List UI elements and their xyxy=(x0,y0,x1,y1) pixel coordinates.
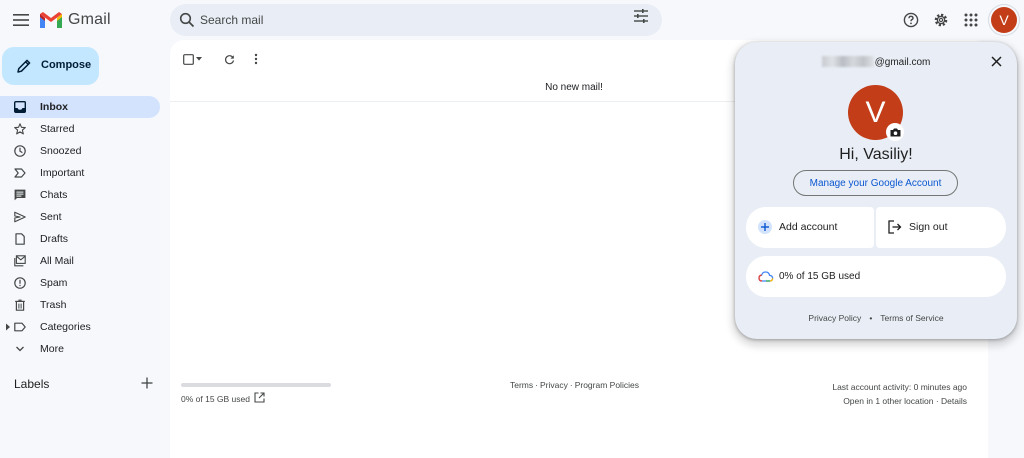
important-icon xyxy=(13,166,27,180)
sidebar-item-label: Spam xyxy=(40,277,68,289)
footer-links: Terms · Privacy · Program Policies xyxy=(510,380,639,390)
camera-icon[interactable] xyxy=(886,123,904,141)
storage-bar xyxy=(181,383,331,387)
compose-button[interactable]: Compose xyxy=(2,47,99,85)
clock-icon xyxy=(13,144,27,158)
compose-label: Compose xyxy=(41,59,92,71)
search-icon[interactable] xyxy=(179,12,195,28)
sidebar-item-label: Drafts xyxy=(40,233,69,245)
sidebar-item-snoozed[interactable]: Snoozed xyxy=(0,140,160,162)
open-in-text: Open in 1 other location xyxy=(843,396,934,406)
add-label-icon[interactable] xyxy=(140,376,154,390)
labels-heading: Labels xyxy=(14,377,50,391)
sidebar-item-all-mail[interactable]: All Mail xyxy=(0,250,160,272)
cloud-icon xyxy=(758,271,774,282)
search-bar xyxy=(170,4,662,36)
greeting-text: Hi, Vasiliy! xyxy=(839,146,913,163)
account-avatar-button[interactable]: V xyxy=(991,7,1017,33)
storage-label: 0% of 15 GB used xyxy=(779,271,861,282)
terms-of-service-link[interactable]: Terms of Service xyxy=(880,313,943,323)
open-external-icon[interactable] xyxy=(254,392,265,403)
terms-link[interactable]: Terms xyxy=(510,380,533,390)
search-input[interactable] xyxy=(200,10,600,30)
apps-icon[interactable] xyxy=(961,10,981,30)
draft-icon xyxy=(13,232,27,246)
storage-button[interactable]: 0% of 15 GB used xyxy=(746,256,1006,297)
spam-icon xyxy=(13,276,27,290)
more-vert-icon[interactable] xyxy=(249,52,263,66)
help-icon[interactable] xyxy=(901,10,921,30)
account-activity: Last account activity: 0 minutes ago Ope… xyxy=(832,380,967,408)
label-icon xyxy=(13,320,27,334)
sign-out-label: Sign out xyxy=(909,221,948,233)
account-email: @gmail.com xyxy=(735,56,1017,68)
star-icon xyxy=(13,122,27,136)
add-account-button[interactable]: Add account xyxy=(746,207,874,248)
separator: · xyxy=(535,380,538,390)
details-link[interactable]: Details xyxy=(941,396,967,406)
sidebar-item-more[interactable]: More xyxy=(0,338,160,360)
sidebar-item-chats[interactable]: Chats xyxy=(0,184,160,206)
separator: • xyxy=(869,313,873,323)
sidebar-item-starred[interactable]: Starred xyxy=(0,118,160,140)
sidebar-item-label: Categories xyxy=(40,321,91,333)
sidebar-item-label: All Mail xyxy=(40,255,74,267)
sidebar-item-sent[interactable]: Sent xyxy=(0,206,160,228)
sidebar-nav: Inbox Starred Snoozed Important Chats Se… xyxy=(0,96,170,360)
send-icon xyxy=(13,210,27,224)
sidebar-item-drafts[interactable]: Drafts xyxy=(0,228,160,250)
account-actions: Add account Sign out xyxy=(746,207,1006,248)
account-popup: @gmail.com V Hi, Vasiliy! Manage your Go… xyxy=(735,42,1017,339)
tune-icon[interactable] xyxy=(633,8,649,24)
inbox-icon xyxy=(13,100,27,114)
sidebar-item-important[interactable]: Important xyxy=(0,162,160,184)
redacted-email-name xyxy=(821,56,874,67)
menu-icon[interactable] xyxy=(11,10,31,30)
all-mail-icon xyxy=(13,254,27,268)
gmail-logo[interactable]: Gmail xyxy=(40,10,111,30)
refresh-icon[interactable] xyxy=(222,52,236,66)
program-policies-link[interactable]: Program Policies xyxy=(575,380,639,390)
manage-account-button[interactable]: Manage your Google Account xyxy=(793,170,958,196)
sidebar-item-label: More xyxy=(40,343,64,355)
expand-caret-icon[interactable] xyxy=(5,323,11,331)
close-icon[interactable] xyxy=(988,53,1004,69)
sidebar-item-label: Starred xyxy=(40,123,75,135)
plus-icon xyxy=(758,220,772,234)
top-bar: Gmail V xyxy=(0,0,1024,40)
trash-icon xyxy=(13,298,27,312)
sidebar-item-label: Inbox xyxy=(40,101,68,113)
sidebar-item-trash[interactable]: Trash xyxy=(0,294,160,316)
storage-usage-text: 0% of 15 GB used xyxy=(181,394,250,404)
sidebar-item-label: Chats xyxy=(40,189,68,201)
sign-out-button[interactable]: Sign out xyxy=(876,207,1006,248)
sidebar-item-label: Trash xyxy=(40,299,67,311)
sidebar-item-inbox[interactable]: Inbox xyxy=(0,96,160,118)
sidebar-item-categories[interactable]: Categories xyxy=(0,316,160,338)
activity-details-line: Open in 1 other location · Details xyxy=(843,396,967,406)
chat-icon xyxy=(13,188,27,202)
select-dropdown-icon[interactable] xyxy=(195,52,203,66)
popup-footer: Privacy Policy • Terms of Service xyxy=(735,313,1017,323)
logout-icon xyxy=(888,220,902,234)
pencil-icon xyxy=(17,59,31,73)
sidebar-item-spam[interactable]: Spam xyxy=(0,272,160,294)
app-name: Gmail xyxy=(68,11,111,28)
sidebar-item-label: Snoozed xyxy=(40,145,82,157)
add-account-label: Add account xyxy=(779,221,838,233)
chevron-down-icon xyxy=(13,342,27,356)
sidebar-item-label: Important xyxy=(40,167,85,179)
last-activity-text: Last account activity: 0 minutes ago xyxy=(832,382,967,392)
select-all-checkbox[interactable] xyxy=(181,52,195,66)
privacy-policy-link[interactable]: Privacy Policy xyxy=(808,313,861,323)
gmail-logo-icon xyxy=(40,12,62,28)
separator: · xyxy=(569,380,573,390)
privacy-link[interactable]: Privacy xyxy=(540,380,568,390)
sidebar-item-label: Sent xyxy=(40,211,62,223)
email-suffix: @gmail.com xyxy=(874,57,931,68)
gear-icon[interactable] xyxy=(931,10,951,30)
